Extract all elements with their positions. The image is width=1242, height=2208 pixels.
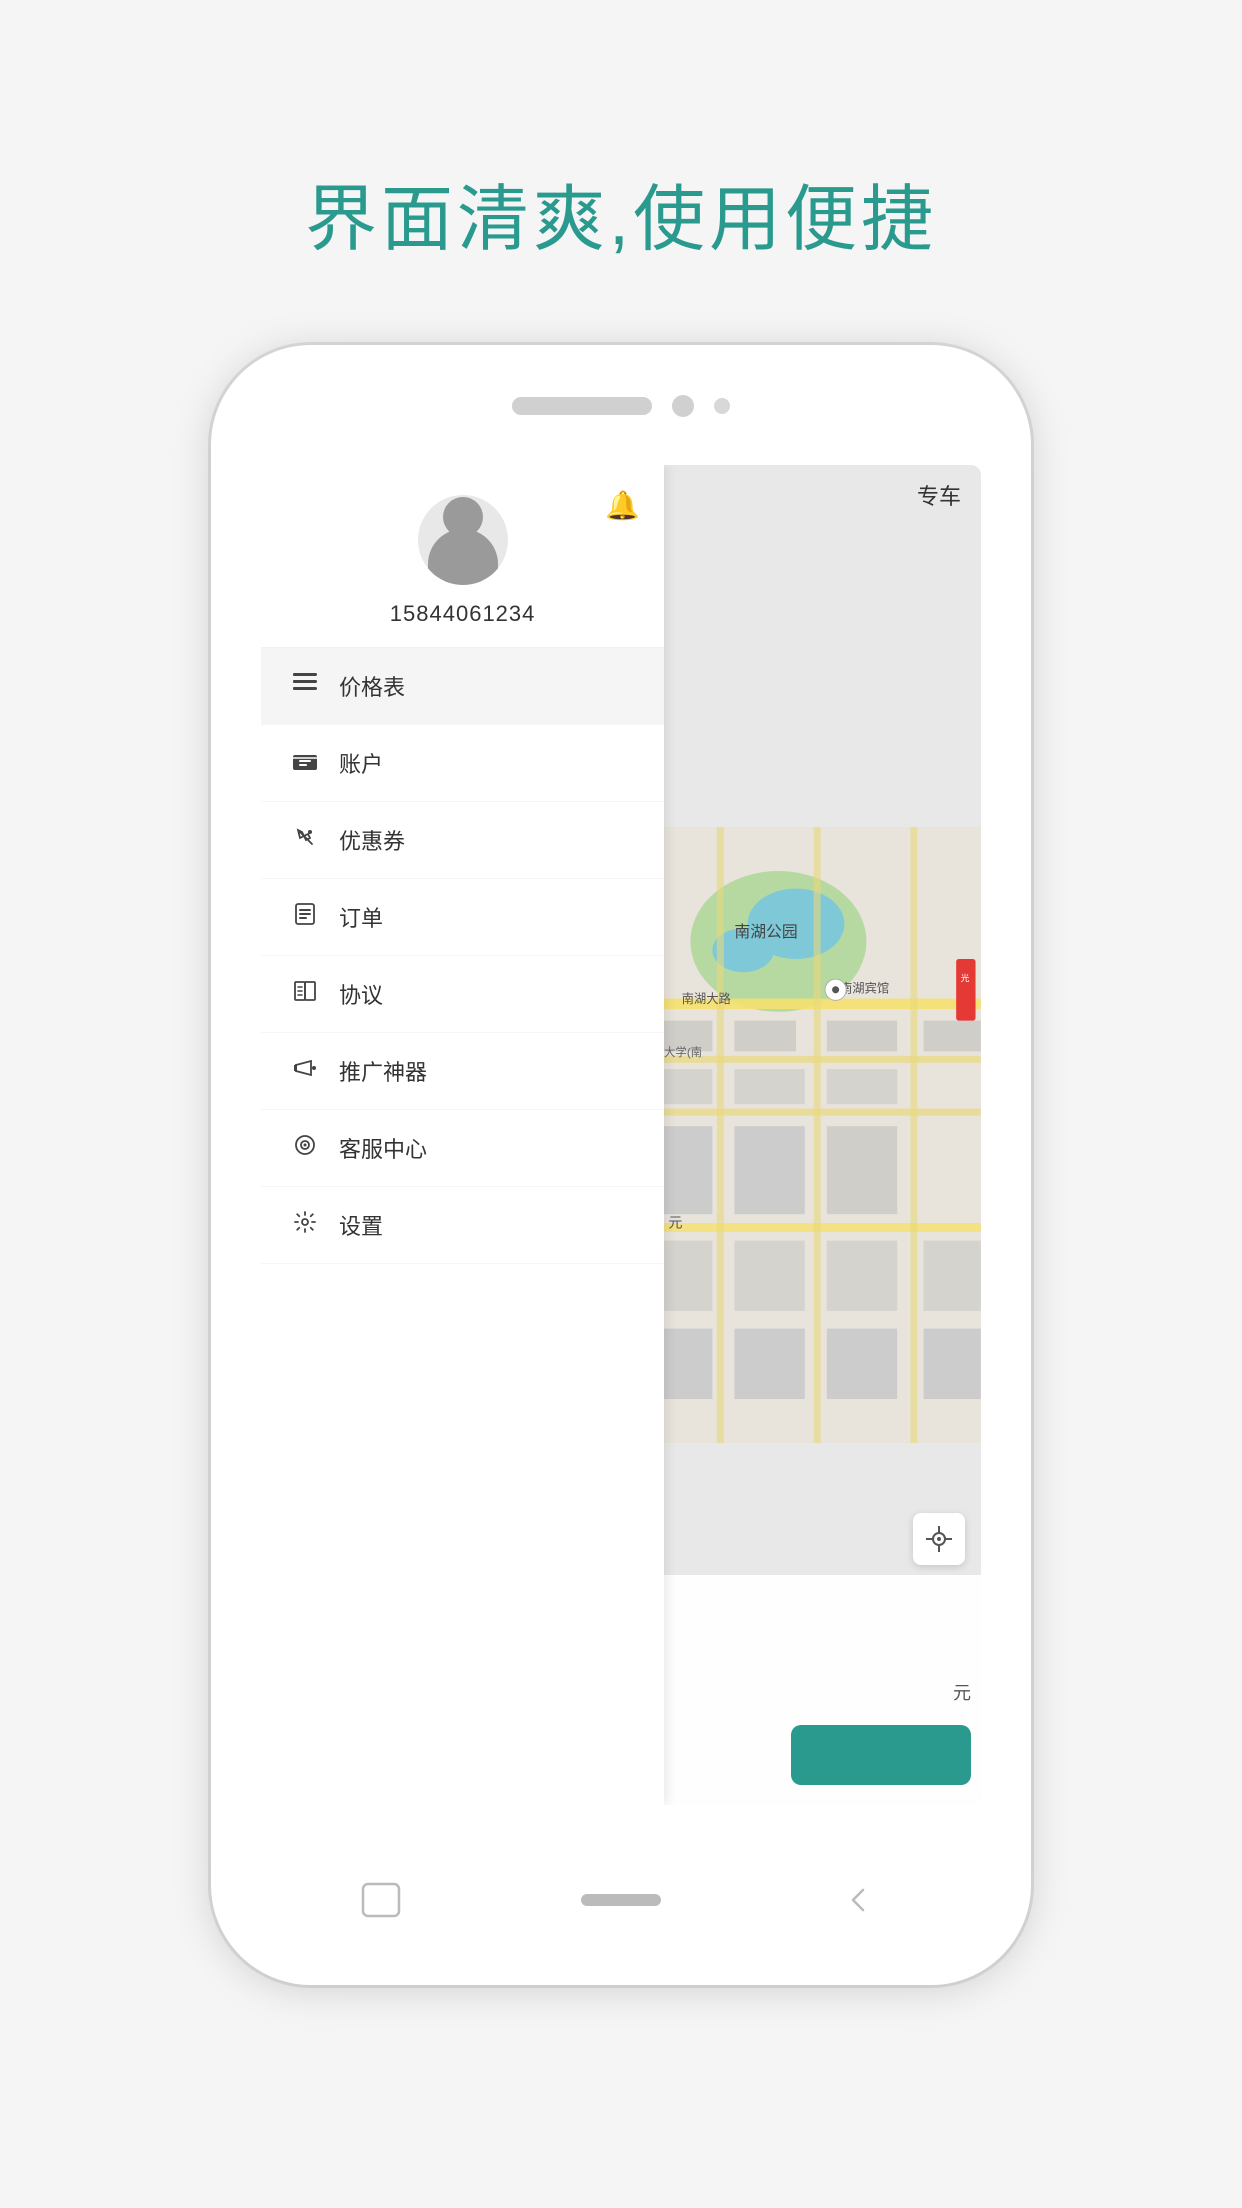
- menu-item-account[interactable]: 账户: [261, 725, 664, 802]
- sidebar-panel: 🔔 15844061234: [261, 465, 664, 1805]
- page-title: 界面清爽,使用便捷: [305, 160, 937, 265]
- menu-item-price-list[interactable]: 价格表: [261, 648, 664, 725]
- map-tab-label[interactable]: 专车: [917, 479, 961, 511]
- settings-icon: [289, 1210, 321, 1241]
- avatar: [418, 495, 508, 585]
- location-button[interactable]: [913, 1513, 965, 1565]
- menu-item-orders[interactable]: 订单: [261, 879, 664, 956]
- nav-back-button[interactable]: [321, 1875, 441, 1925]
- phone-mockup: 🔔 15844061234: [211, 345, 1031, 1985]
- price-list-icon: [289, 672, 321, 700]
- agreement-icon: [289, 980, 321, 1009]
- menu-item-agreement[interactable]: 协议: [261, 956, 664, 1033]
- settings-label: 设置: [339, 1209, 383, 1241]
- svg-text:大学(南: 大学(南: [664, 1045, 702, 1059]
- phone-screen: 🔔 15844061234: [261, 465, 981, 1805]
- svg-text:南湖宾馆: 南湖宾馆: [840, 980, 889, 995]
- agreement-label: 协议: [339, 978, 383, 1010]
- svg-text:元: 元: [669, 1214, 683, 1230]
- svg-text:光: 光: [961, 972, 970, 983]
- avatar-body: [428, 529, 498, 585]
- sidebar-header: 🔔 15844061234: [261, 465, 664, 648]
- bottom-panel: 元: [664, 1575, 981, 1805]
- coupon-icon: [289, 826, 321, 855]
- price-list-label: 价格表: [339, 670, 405, 702]
- menu-item-promote[interactable]: 推广神器: [261, 1033, 664, 1110]
- nav-home-button[interactable]: [561, 1875, 681, 1925]
- price-label: 元: [953, 1679, 971, 1705]
- phone-dot: [714, 398, 730, 414]
- phone-top-bar: [512, 395, 730, 417]
- map-panel: 南湖公园 南湖大路 南湖宾馆 大学(南 元 光 专车: [664, 465, 981, 1805]
- menu-item-coupon[interactable]: 优惠券: [261, 802, 664, 879]
- phone-bottom-nav: [261, 1875, 981, 1925]
- svg-text:南湖大路: 南湖大路: [682, 991, 731, 1006]
- account-label: 账户: [339, 747, 383, 779]
- orders-label: 订单: [339, 901, 383, 933]
- service-icon: [289, 1133, 321, 1164]
- phone-camera: [672, 395, 694, 417]
- menu-item-service[interactable]: 客服中心: [261, 1110, 664, 1187]
- nav-back-arrow[interactable]: [801, 1875, 921, 1925]
- avatar-head: [443, 497, 483, 537]
- coupon-label: 优惠券: [339, 824, 405, 856]
- confirm-button[interactable]: [791, 1725, 971, 1785]
- service-label: 客服中心: [339, 1132, 427, 1164]
- orders-icon: [289, 903, 321, 932]
- phone-speaker: [512, 397, 652, 415]
- promote-label: 推广神器: [339, 1055, 427, 1087]
- menu-list: 价格表 账户: [261, 648, 664, 1805]
- notification-icon[interactable]: 🔔: [605, 489, 640, 522]
- menu-item-settings[interactable]: 设置: [261, 1187, 664, 1264]
- svg-text:南湖公园: 南湖公园: [735, 923, 798, 941]
- account-icon: [289, 749, 321, 777]
- promote-icon: [289, 1057, 321, 1086]
- user-phone-number: 15844061234: [390, 601, 536, 627]
